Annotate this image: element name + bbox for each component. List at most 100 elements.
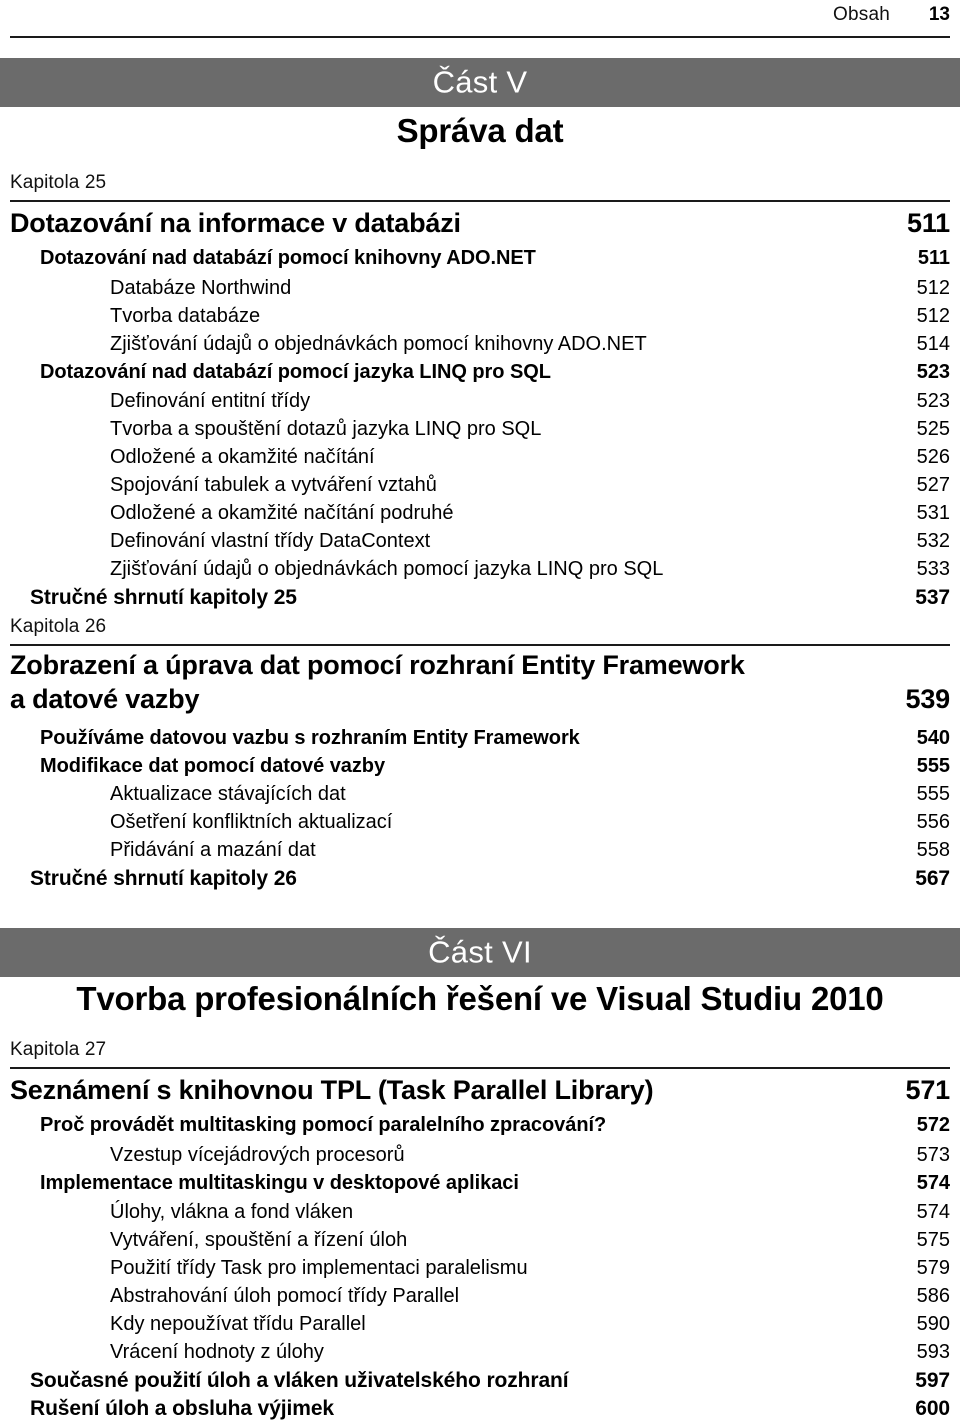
toc-entry-text: Zjišťování údajů o objednávkách pomocí k… <box>110 333 647 355</box>
toc-entry-text: Zjišťování údajů o objednávkách pomocí j… <box>110 558 664 580</box>
toc-entry-text: Tvorba databáze <box>110 305 261 327</box>
toc-entry-page: 579 <box>916 1257 950 1279</box>
running-header-label: Obsah <box>833 4 890 25</box>
toc-entry-page: 525 <box>916 418 950 440</box>
toc-entry[interactable]: Rušení úloh a obsluha výjimek 600 <box>10 1397 950 1421</box>
toc-entry-page: 567 <box>915 867 950 890</box>
toc-entry-text: Modifikace dat pomocí datové vazby <box>40 755 386 777</box>
toc-entry[interactable]: Přidávání a mazání dat 558 <box>10 839 950 862</box>
toc-entry[interactable]: Dotazování nad databází pomocí jazyka LI… <box>10 361 950 384</box>
toc-entry[interactable]: Zjišťování údajů o objednávkách pomocí j… <box>10 558 950 581</box>
chapter-27-number: Kapitola 27 <box>10 1039 107 1060</box>
toc-entry-page: 574 <box>916 1201 950 1223</box>
page-folio: 13 <box>928 4 950 25</box>
toc-entry[interactable]: Stručné shrnutí kapitoly 26 567 <box>10 867 950 891</box>
toc-entry-text: Tvorba a spouštění dotazů jazyka LINQ pr… <box>110 418 542 440</box>
toc-entry[interactable]: Současné použití úloh a vláken uživatels… <box>10 1369 950 1393</box>
chapter-25-title: Dotazování na informace v databázi <box>10 208 461 238</box>
chapter-26-divider <box>10 644 950 646</box>
toc-entry-page: 532 <box>916 530 950 552</box>
toc-entry-page: 523 <box>916 390 950 412</box>
toc-entry-page: 523 <box>916 361 950 383</box>
toc-entry[interactable]: Úlohy, vlákna a fond vláken 574 <box>10 1201 950 1224</box>
toc-entry[interactable]: Odložené a okamžité načítání podruhé 531 <box>10 502 950 525</box>
toc-entry[interactable]: Dotazování nad databází pomocí knihovny … <box>10 247 950 270</box>
toc-entry[interactable]: Definování vlastní třídy DataContext 532 <box>10 530 950 553</box>
toc-entry-text: Použití třídy Task pro implementaci para… <box>110 1257 528 1279</box>
chapter-25-divider <box>10 200 950 202</box>
toc-entry[interactable]: Použití třídy Task pro implementaci para… <box>10 1257 950 1280</box>
toc-entry[interactable]: Vzestup vícejádrových procesorů 573 <box>10 1144 950 1167</box>
toc-entry-text: Současné použití úloh a vláken uživatels… <box>30 1369 569 1392</box>
toc-entry[interactable]: Vrácení hodnoty z úlohy 593 <box>10 1341 950 1364</box>
toc-entry-page: 600 <box>915 1397 950 1420</box>
toc-entry-page: 512 <box>916 305 950 327</box>
toc-entry[interactable]: Kdy nepoužívat třídu Parallel 590 <box>10 1313 950 1336</box>
toc-entry-text: Odložené a okamžité načítání podruhé <box>110 502 454 524</box>
chapter-27-divider <box>10 1067 950 1069</box>
toc-entry[interactable]: Ošetření konfliktních aktualizací 556 <box>10 811 950 834</box>
toc-entry[interactable]: Zjišťování údajů o objednávkách pomocí k… <box>10 333 950 356</box>
toc-entry-text: Vrácení hodnoty z úlohy <box>110 1341 324 1363</box>
toc-entry-text: Implementace multitaskingu v desktopové … <box>40 1172 519 1194</box>
toc-entry-text: Ošetření konfliktních aktualizací <box>110 811 393 833</box>
toc-entry[interactable]: Stručné shrnutí kapitoly 25 537 <box>10 586 950 610</box>
toc-entry[interactable]: Definování entitní třídy 523 <box>10 390 950 413</box>
toc-entry-text: Stručné shrnutí kapitoly 26 <box>30 867 297 890</box>
toc-entry-text: Vytváření, spouštění a řízení úloh <box>110 1229 408 1251</box>
toc-entry[interactable]: Tvorba databáze 512 <box>10 305 950 328</box>
part-banner-vi: Část VI <box>0 928 960 977</box>
chapter-26-title-line1: Zobrazení a úprava dat pomocí rozhraní E… <box>10 650 745 680</box>
toc-entry-text: Přidávání a mazání dat <box>110 839 316 861</box>
toc-entry[interactable]: Odložené a okamžité načítání 526 <box>10 446 950 469</box>
toc-entry-text: Proč provádět multitasking pomocí parale… <box>40 1114 607 1136</box>
toc-entry[interactable]: Proč provádět multitasking pomocí parale… <box>10 1114 950 1137</box>
toc-entry-text: Rušení úloh a obsluha výjimek <box>30 1397 335 1420</box>
toc-entry-page: 558 <box>916 839 950 861</box>
part-banner-v: Část V <box>0 58 960 107</box>
toc-entry-page: 586 <box>916 1285 950 1307</box>
chapter-26-page: 539 <box>905 684 951 714</box>
toc-entry-page: 597 <box>915 1369 950 1392</box>
toc-entry-text: Databáze Northwind <box>110 277 292 299</box>
toc-entry-page: 593 <box>916 1341 950 1363</box>
chapter-27-title-row[interactable]: Seznámení s knihovnou TPL (Task Parallel… <box>10 1075 950 1106</box>
toc-entry-text: Dotazování nad databází pomocí jazyka LI… <box>40 361 551 383</box>
toc-entry-page: 572 <box>916 1114 950 1136</box>
toc-entry[interactable]: Používáme datovou vazbu s rozhraním Enti… <box>10 727 950 750</box>
toc-entry[interactable]: Spojování tabulek a vytváření vztahů 527 <box>10 474 950 497</box>
toc-entry[interactable]: Implementace multitaskingu v desktopové … <box>10 1172 950 1195</box>
toc-entry-text: Vzestup vícejádrových procesorů <box>110 1144 405 1166</box>
toc-entry-text: Úlohy, vlákna a fond vláken <box>110 1201 354 1223</box>
toc-entry-text: Spojování tabulek a vytváření vztahů <box>110 474 437 496</box>
part-label-vi: Část VI <box>428 933 532 969</box>
toc-entry-page: 556 <box>916 811 950 833</box>
chapter-25-number: Kapitola 25 <box>10 172 107 193</box>
toc-entry-text: Odložené a okamžité načítání <box>110 446 375 468</box>
toc-entry-text: Používáme datovou vazbu s rozhraním Enti… <box>40 727 580 749</box>
toc-entry-text: Definování entitní třídy <box>110 390 311 412</box>
toc-entry[interactable]: Databáze Northwind 512 <box>10 277 950 300</box>
toc-entry-page: 533 <box>916 558 950 580</box>
toc-entry-page: 514 <box>916 333 950 355</box>
toc-entry-page: 555 <box>916 783 950 805</box>
chapter-27-title: Seznámení s knihovnou TPL (Task Parallel… <box>10 1075 654 1105</box>
running-header: Obsah 13 <box>10 4 950 34</box>
part-title-vi: Tvorba profesionálních řešení ve Visual … <box>76 980 884 1017</box>
toc-entry[interactable]: Abstrahování úloh pomocí třídy Parallel … <box>10 1285 950 1308</box>
toc-page: Obsah 13 Část V Správa dat Kapitola 25 D… <box>0 0 960 1420</box>
chapter-25-page: 511 <box>907 208 950 238</box>
toc-entry-page: 537 <box>915 586 950 609</box>
toc-entry-text: Definování vlastní třídy DataContext <box>110 530 431 552</box>
chapter-26-title-row[interactable]: Zobrazení a úprava dat pomocí rozhraní E… <box>10 650 950 715</box>
toc-entry-page: 574 <box>916 1172 950 1194</box>
toc-entry[interactable]: Vytváření, spouštění a řízení úloh 575 <box>10 1229 950 1252</box>
toc-entry-page: 511 <box>917 247 950 269</box>
toc-entry[interactable]: Tvorba a spouštění dotazů jazyka LINQ pr… <box>10 418 950 441</box>
toc-entry[interactable]: Aktualizace stávajících dat 555 <box>10 783 950 806</box>
toc-entry[interactable]: Modifikace dat pomocí datové vazby 555 <box>10 755 950 778</box>
chapter-26-title-line2: a datové vazby <box>10 684 200 714</box>
toc-entry-page: 573 <box>916 1144 950 1166</box>
chapter-25-title-row[interactable]: Dotazování na informace v databázi 511 <box>10 208 950 239</box>
toc-entry-page: 590 <box>916 1313 950 1335</box>
